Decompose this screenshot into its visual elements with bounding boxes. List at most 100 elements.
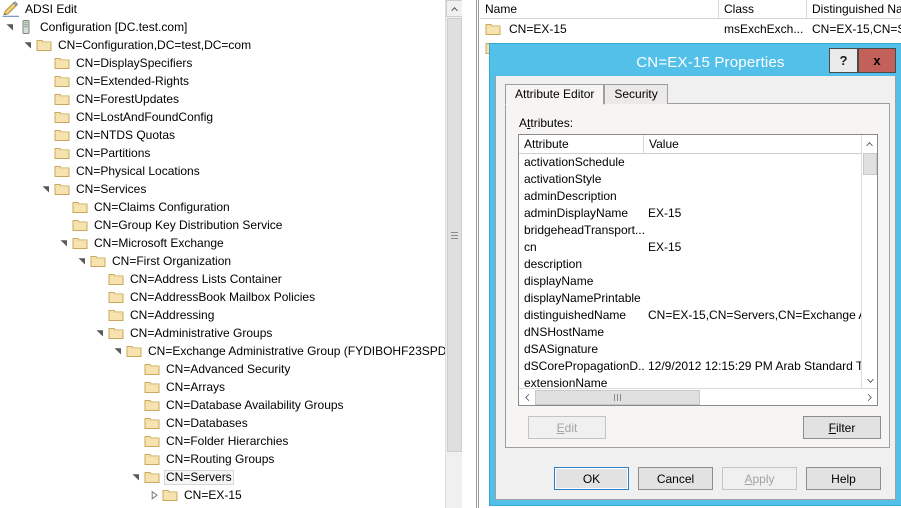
attribute-row-8[interactable]: displayNamePrintable	[519, 290, 877, 307]
scroll-up-icon[interactable]	[446, 0, 462, 17]
tree-node-20[interactable]: CN=Arrays	[0, 378, 462, 396]
tab-attribute-editor[interactable]: Attribute Editor	[505, 84, 605, 105]
attributes-list[interactable]: Attribute Value activationSchedule activa…	[518, 134, 878, 406]
tree-node-list[interactable]: ADSI Edit Configuration [DC.test.com] CN=C…	[0, 0, 462, 504]
tree-node-1[interactable]: CN=Configuration,DC=test,DC=com	[0, 36, 462, 54]
attribute-row-3[interactable]: adminDisplayName EX-15	[519, 205, 877, 222]
tree-expander-spacer	[92, 270, 108, 288]
tree-expander-expanded-icon[interactable]	[92, 324, 108, 342]
tree-node-label: CN=LostAndFoundConfig	[76, 109, 214, 124]
attributes-vertical-scrollbar[interactable]	[861, 135, 877, 389]
tree-expander-expanded-icon[interactable]	[128, 468, 144, 486]
tree-node-12[interactable]: CN=Microsoft Exchange	[0, 234, 462, 252]
tree-expander-expanded-icon[interactable]	[20, 36, 36, 54]
attributes-rows[interactable]: activationSchedule activationStyle adminDe…	[519, 154, 877, 392]
result-list-header[interactable]: Name Class Distinguished Na	[480, 0, 901, 19]
tree-vertical-scrollbar[interactable]	[445, 0, 462, 508]
tree-node-label: CN=Administrative Groups	[130, 325, 273, 340]
tree-node-0[interactable]: Configuration [DC.test.com]	[0, 18, 462, 36]
tree-node-6[interactable]: CN=NTDS Quotas	[0, 126, 462, 144]
attr-scroll-up-icon[interactable]	[862, 135, 877, 152]
tree-expander-expanded-icon[interactable]	[38, 180, 54, 198]
tree-node-2[interactable]: CN=DisplaySpecifiers	[0, 54, 462, 72]
tree-expander-expanded-icon[interactable]	[2, 18, 18, 36]
cancel-button[interactable]: Cancel	[638, 467, 713, 490]
attr-scroll-down-icon[interactable]	[863, 372, 877, 389]
attribute-row-1[interactable]: activationStyle	[519, 171, 877, 188]
dialog-tab-strip[interactable]: Attribute Editor Security	[505, 84, 668, 105]
dialog-title-buttons[interactable]: ? x	[829, 48, 896, 73]
attribute-row-6[interactable]: description	[519, 256, 877, 273]
attr-column-header-attribute[interactable]: Attribute	[519, 135, 644, 153]
attribute-row-7[interactable]: displayName	[519, 273, 877, 290]
tree-node-22[interactable]: CN=Databases	[0, 414, 462, 432]
tree-node-11[interactable]: CN=Group Key Distribution Service	[0, 216, 462, 234]
tree-node-21[interactable]: CN=Database Availability Groups	[0, 396, 462, 414]
dialog-footer-buttons[interactable]: OK Cancel Apply Help	[496, 467, 895, 490]
tree-scroll-thumb[interactable]	[447, 18, 462, 452]
attribute-row-12[interactable]: dSCorePropagationD... 12/9/2012 12:15:29 …	[519, 358, 877, 375]
tree-node-4[interactable]: CN=ForestUpdates	[0, 90, 462, 108]
console-tree-pane[interactable]: ADSI Edit Configuration [DC.test.com] CN=C…	[0, 0, 462, 508]
result-row-0[interactable]: CN=EX-15 msExchExch... CN=EX-15,CN=Se	[480, 19, 901, 38]
ok-button[interactable]: OK	[554, 467, 629, 490]
attributes-list-header[interactable]: Attribute Value	[519, 135, 877, 154]
tree-expander-spacer	[38, 72, 54, 90]
tree-node-7[interactable]: CN=Partitions	[0, 144, 462, 162]
tree-node-13[interactable]: CN=First Organization	[0, 252, 462, 270]
tree-node-15[interactable]: CN=AddressBook Mailbox Policies	[0, 288, 462, 306]
tree-expander-spacer	[128, 378, 144, 396]
tree-node-root[interactable]: ADSI Edit	[0, 0, 462, 18]
tree-expander-expanded-icon[interactable]	[110, 342, 126, 360]
tree-node-16[interactable]: CN=Addressing	[0, 306, 462, 324]
tree-node-18[interactable]: CN=Exchange Administrative Group (FYDIBO…	[0, 342, 462, 360]
attr-scroll-right-icon[interactable]	[862, 389, 877, 405]
attribute-value	[644, 188, 861, 205]
tree-node-8[interactable]: CN=Physical Locations	[0, 162, 462, 180]
attribute-row-0[interactable]: activationSchedule	[519, 154, 877, 171]
help-button[interactable]: ?	[829, 48, 858, 73]
properties-dialog[interactable]: CN=EX-15 Properties ? x Attribute Editor…	[490, 44, 901, 505]
tree-node-24[interactable]: CN=Routing Groups	[0, 450, 462, 468]
folder-icon	[144, 398, 160, 412]
attr-hscroll-thumb[interactable]	[535, 389, 700, 405]
tree-node-label: CN=DisplaySpecifiers	[76, 55, 193, 70]
tree-expander-collapsed-icon[interactable]	[146, 486, 162, 504]
attributes-horizontal-scrollbar[interactable]	[519, 388, 877, 405]
help-footer-button[interactable]: Help	[806, 467, 881, 490]
attr-scroll-thumb[interactable]	[863, 153, 877, 175]
column-header-distinguished-name[interactable]: Distinguished Na	[807, 0, 901, 18]
attr-scroll-left-icon[interactable]	[519, 389, 535, 405]
attribute-row-11[interactable]: dSASignature	[519, 341, 877, 358]
attribute-name: distinguishedName	[524, 308, 627, 322]
apply-button[interactable]: Apply	[722, 467, 797, 490]
tree-node-19[interactable]: CN=Advanced Security	[0, 360, 462, 378]
attribute-row-9[interactable]: distinguishedName CN=EX-15,CN=Servers,CN=…	[519, 307, 877, 324]
tree-node-10[interactable]: CN=Claims Configuration	[0, 198, 462, 216]
tree-node-26[interactable]: CN=EX-15	[0, 486, 462, 504]
close-button[interactable]: x	[858, 48, 896, 73]
attr-hscroll-track[interactable]	[700, 390, 862, 405]
attribute-row-4[interactable]: bridgeheadTransport...	[519, 222, 877, 239]
attribute-value	[644, 222, 861, 239]
dialog-title-bar[interactable]: CN=EX-15 Properties ? x	[495, 48, 896, 76]
tree-node-3[interactable]: CN=Extended-Rights	[0, 72, 462, 90]
attribute-row-5[interactable]: cn EX-15	[519, 239, 877, 256]
attribute-row-10[interactable]: dNSHostName	[519, 324, 877, 341]
tree-expander-expanded-icon[interactable]	[74, 252, 90, 270]
attribute-row-2[interactable]: adminDescription	[519, 188, 877, 205]
tree-node-9[interactable]: CN=Services	[0, 180, 462, 198]
tree-node-23[interactable]: CN=Folder Hierarchies	[0, 432, 462, 450]
filter-button[interactable]: Filter	[803, 416, 881, 439]
column-header-name[interactable]: Name	[480, 0, 719, 18]
tree-node-5[interactable]: CN=LostAndFoundConfig	[0, 108, 462, 126]
tab-security[interactable]: Security	[604, 84, 668, 104]
attr-column-header-value[interactable]: Value	[644, 135, 861, 153]
tree-node-25[interactable]: CN=Servers	[0, 468, 462, 486]
tree-node-17[interactable]: CN=Administrative Groups	[0, 324, 462, 342]
column-header-class[interactable]: Class	[719, 0, 807, 18]
tree-node-14[interactable]: CN=Address Lists Container	[0, 270, 462, 288]
attribute-value: 12/9/2012 12:15:29 PM Arab Standard Time	[648, 359, 861, 373]
tree-expander-expanded-icon[interactable]	[56, 234, 72, 252]
edit-button[interactable]: Edit	[528, 416, 606, 439]
